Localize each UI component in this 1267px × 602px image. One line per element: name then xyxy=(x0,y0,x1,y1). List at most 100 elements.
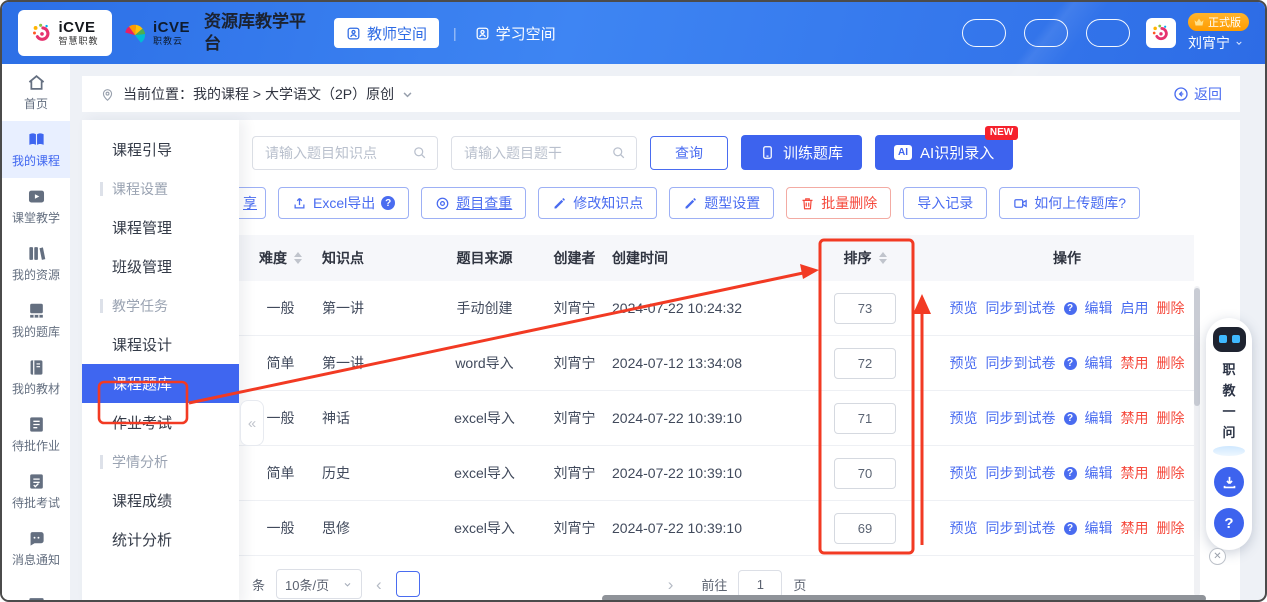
help-icon[interactable]: ? xyxy=(1064,302,1077,315)
page-number[interactable] xyxy=(630,571,654,597)
sync-to-paper-link[interactable]: 同步到试卷 xyxy=(986,353,1056,373)
sort-icon[interactable] xyxy=(879,252,887,264)
order-input[interactable] xyxy=(834,403,896,434)
help-icon[interactable]: ? xyxy=(1064,357,1077,370)
page-number[interactable] xyxy=(591,571,615,597)
sync-to-paper-link[interactable]: 同步到试卷 xyxy=(986,298,1056,318)
nav-teacher-space[interactable]: 教师空间 xyxy=(334,18,439,48)
toggle-link[interactable]: 禁用 xyxy=(1121,408,1149,428)
prev-page-button[interactable]: ‹ xyxy=(373,576,385,593)
toolbar-button[interactable]: Excel导出 ? xyxy=(278,187,409,219)
goto-page-input[interactable] xyxy=(738,570,782,598)
edit-link[interactable]: 编辑 xyxy=(1085,408,1113,428)
menu-item[interactable]: 课程引导 xyxy=(82,130,239,169)
sidebar-item[interactable]: 我的教材 xyxy=(2,349,70,406)
menu-item[interactable]: 课程管理 xyxy=(82,208,239,247)
chevron-down-icon[interactable] xyxy=(400,87,415,102)
assistant-widget[interactable]: 职教一问 ? xyxy=(1206,318,1252,550)
toolbar-button[interactable]: 如何上传题库? xyxy=(999,187,1140,219)
menu-item[interactable]: 课程设置 xyxy=(82,169,239,208)
edit-link[interactable]: 编辑 xyxy=(1085,518,1113,538)
next-page-button[interactable]: › xyxy=(665,576,677,593)
sidebar-item[interactable]: 我的课程 xyxy=(2,121,70,178)
page-size-select[interactable]: 10条/页 xyxy=(276,569,362,599)
delete-link[interactable]: 删除 xyxy=(1157,518,1185,538)
toggle-link[interactable]: 禁用 xyxy=(1121,463,1149,483)
preview-link[interactable]: 预览 xyxy=(950,353,978,373)
help-icon[interactable]: ? xyxy=(1064,522,1077,535)
toolbar-button[interactable]: 修改知识点 xyxy=(538,187,657,219)
page-number[interactable] xyxy=(435,571,459,597)
sidebar-item[interactable]: 我的资源 xyxy=(2,235,70,292)
toggle-link[interactable]: 禁用 xyxy=(1121,518,1149,538)
header-pill[interactable] xyxy=(1086,19,1130,47)
toolbar-button[interactable]: 题型设置 xyxy=(669,187,774,219)
horizontal-scrollbar[interactable] xyxy=(602,595,1206,602)
stem-search-input[interactable] xyxy=(462,144,611,162)
sidebar-item[interactable]: 待批考试 xyxy=(2,463,70,520)
menu-item[interactable]: 统计分析 xyxy=(82,520,239,559)
sync-to-paper-link[interactable]: 同步到试卷 xyxy=(986,408,1056,428)
delete-link[interactable]: 删除 xyxy=(1157,408,1185,428)
preview-link[interactable]: 预览 xyxy=(950,518,978,538)
preview-link[interactable]: 预览 xyxy=(950,463,978,483)
delete-link[interactable]: 删除 xyxy=(1157,463,1185,483)
order-input[interactable] xyxy=(834,458,896,489)
menu-item[interactable]: 课程题库 xyxy=(82,364,239,403)
menu-item[interactable]: 课程设计 xyxy=(82,325,239,364)
sidebar-item[interactable]: 课堂教学 xyxy=(2,178,70,235)
preview-link[interactable]: 预览 xyxy=(950,298,978,318)
toolbar-button[interactable]: 导入记录 xyxy=(903,187,987,219)
sort-icon[interactable] xyxy=(294,252,302,264)
order-input[interactable] xyxy=(834,513,896,544)
breadcrumb-path[interactable]: 我的课程 > 大学语文（2P）原创 xyxy=(193,84,394,104)
toggle-link[interactable]: 启用 xyxy=(1121,298,1149,318)
sync-to-paper-link[interactable]: 同步到试卷 xyxy=(986,518,1056,538)
header-pill[interactable] xyxy=(962,19,1006,47)
menu-item[interactable]: 教学任务 xyxy=(82,286,239,325)
sidebar-item[interactable] xyxy=(2,577,70,600)
toggle-link[interactable]: 禁用 xyxy=(1121,353,1149,373)
edit-link[interactable]: 编辑 xyxy=(1085,353,1113,373)
menu-item[interactable]: 课程成绩 xyxy=(82,481,239,520)
back-button[interactable]: 返回 xyxy=(1173,84,1222,104)
page-number[interactable] xyxy=(396,571,420,597)
sync-to-paper-link[interactable]: 同步到试卷 xyxy=(986,463,1056,483)
menu-item[interactable]: 班级管理 xyxy=(82,247,239,286)
sidebar-item[interactable]: 消息通知 xyxy=(2,520,70,577)
query-button[interactable]: 查询 xyxy=(650,136,728,170)
order-input[interactable] xyxy=(834,348,896,379)
page-number[interactable] xyxy=(513,571,537,597)
sidebar-item[interactable]: 首页 xyxy=(2,64,70,121)
ai-recognize-button[interactable]: AI AI识别录入 NEW xyxy=(875,135,1013,170)
menu-item[interactable]: 学情分析 xyxy=(82,442,239,481)
help-icon[interactable]: ? xyxy=(1064,467,1077,480)
col-difficulty[interactable]: 难度 xyxy=(239,248,322,268)
vertical-scrollbar[interactable] xyxy=(1194,286,1200,596)
preview-link[interactable]: 预览 xyxy=(950,408,978,428)
delete-link[interactable]: 删除 xyxy=(1157,298,1185,318)
page-number[interactable] xyxy=(552,571,576,597)
train-bank-button[interactable]: 训练题库 xyxy=(741,135,862,170)
menu-item[interactable]: 作业考试 xyxy=(82,403,239,442)
knowledge-search-input[interactable] xyxy=(263,144,412,162)
header-pill[interactable] xyxy=(1024,19,1068,47)
edit-link[interactable]: 编辑 xyxy=(1085,463,1113,483)
order-input[interactable] xyxy=(834,293,896,324)
download-button[interactable] xyxy=(1214,467,1244,497)
mini-logo[interactable] xyxy=(1146,18,1176,48)
help-button[interactable]: ? xyxy=(1214,508,1244,538)
col-order[interactable]: 排序 xyxy=(790,248,940,268)
page-number[interactable] xyxy=(474,571,498,597)
collapse-handle[interactable]: « xyxy=(240,400,264,446)
delete-link[interactable]: 删除 xyxy=(1157,353,1185,373)
sidebar-item[interactable]: 待批作业 xyxy=(2,406,70,463)
user-menu[interactable]: 刘宵宁 xyxy=(1188,33,1244,53)
close-widget-icon[interactable]: ✕ xyxy=(1209,548,1226,565)
toolbar-button[interactable]: 题目查重 xyxy=(421,187,526,219)
edit-link[interactable]: 编辑 xyxy=(1085,298,1113,318)
help-icon[interactable]: ? xyxy=(1064,412,1077,425)
nav-student-space[interactable]: 学习空间 xyxy=(471,18,560,48)
sidebar-item[interactable]: 我的题库 xyxy=(2,292,70,349)
toolbar-button[interactable]: 批量删除 xyxy=(786,187,891,219)
